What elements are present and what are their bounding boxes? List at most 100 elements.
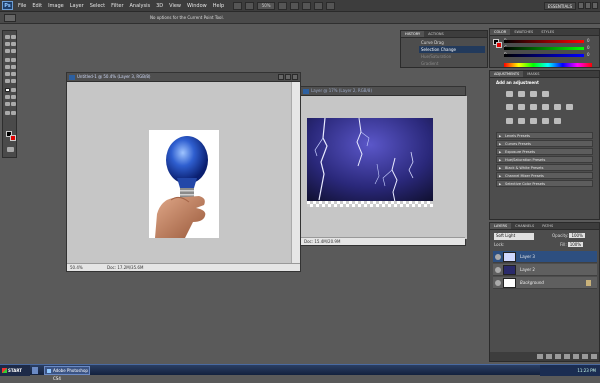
workspace-switcher[interactable]: ESSENTIALS <box>543 2 576 10</box>
menu-analysis[interactable]: Analysis <box>127 3 154 9</box>
exposure-icon[interactable] <box>542 91 549 97</box>
menu-window[interactable]: Window <box>184 3 210 9</box>
threshold-icon[interactable] <box>530 118 537 124</box>
dodge-tool-icon[interactable] <box>11 79 16 83</box>
arrange-documents-icon[interactable] <box>314 1 324 10</box>
folder-icon[interactable] <box>573 354 579 359</box>
close-icon[interactable] <box>292 74 298 80</box>
brightness-contrast-icon[interactable] <box>506 91 513 97</box>
eyedropper-tool-icon[interactable] <box>11 49 16 53</box>
preset-channel-mixer[interactable]: Channel Mixer Presets <box>496 172 593 179</box>
channel-g-value[interactable]: 0 <box>587 45 590 50</box>
adjustment-layer-icon[interactable] <box>564 354 570 359</box>
lasso-tool-icon[interactable] <box>5 42 10 46</box>
tab-actions[interactable]: ACTIONS <box>424 31 448 37</box>
zoom-tool-icon[interactable] <box>290 1 300 10</box>
black-white-icon[interactable] <box>542 104 549 110</box>
opacity-value[interactable]: 100% <box>569 233 585 238</box>
color-spectrum-bar[interactable] <box>504 63 592 67</box>
quick-launch-icon[interactable] <box>32 367 38 374</box>
crop-tool-icon[interactable] <box>5 49 10 53</box>
color-background-swatch[interactable] <box>496 42 502 48</box>
tab-adjustments[interactable]: ADJUSTMENTS <box>490 71 524 77</box>
layer-row-layer-3[interactable]: Layer 3 <box>493 251 597 263</box>
preset-hue-saturation[interactable]: Hue/Saturation Presets <box>496 156 593 163</box>
vibrance-icon[interactable] <box>506 104 513 110</box>
channel-g-slider[interactable] <box>504 47 584 50</box>
selective-color-icon[interactable] <box>554 118 561 124</box>
rotate-view-icon[interactable] <box>302 1 312 10</box>
doc2-doc-info[interactable]: Doc: 15.4M/20.9M <box>304 239 340 244</box>
doc1-doc-info[interactable]: Doc: 17.2M/35.6M <box>107 264 143 271</box>
color-balance-icon[interactable] <box>530 104 537 110</box>
close-icon[interactable] <box>592 2 598 9</box>
history-item-selected[interactable]: Selection Change <box>419 46 485 53</box>
healing-brush-icon[interactable] <box>5 58 10 62</box>
hand-tool-icon[interactable] <box>278 1 288 10</box>
menu-3d[interactable]: 3D <box>153 3 166 9</box>
quick-select-tool-icon[interactable] <box>11 42 16 46</box>
doc2-titlebar[interactable]: Layer @ 17% (Layer 2, RGB/8) <box>301 87 465 96</box>
eye-icon[interactable] <box>495 267 501 273</box>
screen-mode-icon[interactable] <box>326 1 336 10</box>
move-tool-icon[interactable] <box>5 35 10 39</box>
doc2-canvas[interactable] <box>301 96 467 239</box>
tab-history[interactable]: HISTORY <box>401 31 425 37</box>
zoom-tool-icon[interactable] <box>11 111 16 115</box>
hue-saturation-icon[interactable] <box>518 104 525 110</box>
doc1-vertical-scrollbar[interactable] <box>291 82 300 265</box>
tab-color[interactable]: COLOR <box>490 29 511 35</box>
tab-swatches[interactable]: SWATCHES <box>510 29 537 35</box>
history-brush-icon[interactable] <box>11 65 16 69</box>
photo-filter-icon[interactable] <box>554 104 561 110</box>
new-layer-icon[interactable] <box>582 354 588 359</box>
3d-orbit-icon[interactable] <box>11 102 16 106</box>
gradient-tool-icon[interactable] <box>11 72 16 76</box>
minimize-icon[interactable] <box>578 2 584 9</box>
menu-file[interactable]: File <box>15 3 29 9</box>
eye-icon[interactable] <box>495 254 501 260</box>
channel-r-slider[interactable] <box>504 40 584 43</box>
menu-view[interactable]: View <box>166 3 184 9</box>
opacity-field[interactable]: Opacity: 100% <box>552 233 585 238</box>
mini-bridge-icon[interactable] <box>245 1 255 10</box>
menu-image[interactable]: Image <box>45 3 67 9</box>
document-window-1[interactable]: Untitled-1 @ 50.4% (Layer 3, RGB/8) 50.4… <box>66 72 301 272</box>
tab-paths[interactable]: PATHS <box>538 223 557 229</box>
quick-mask-icon[interactable] <box>7 147 14 152</box>
doc1-titlebar[interactable]: Untitled-1 @ 50.4% (Layer 3, RGB/8) <box>67 73 300 82</box>
maximize-icon[interactable] <box>285 74 291 80</box>
mask-icon[interactable] <box>555 354 561 359</box>
menu-help[interactable]: Help <box>210 3 227 9</box>
tab-styles[interactable]: STYLES <box>537 29 558 35</box>
preset-curves[interactable]: Curves Presets <box>496 140 593 147</box>
doc1-canvas[interactable] <box>67 82 293 265</box>
trash-icon[interactable] <box>591 354 597 359</box>
path-select-icon[interactable] <box>5 95 10 99</box>
clone-stamp-icon[interactable] <box>5 65 10 69</box>
posterize-icon[interactable] <box>518 118 525 124</box>
blur-tool-icon[interactable] <box>5 79 10 83</box>
preset-exposure[interactable]: Exposure Presets <box>496 148 593 155</box>
history-item[interactable]: Gradient <box>419 60 485 67</box>
channel-b-slider[interactable] <box>504 54 584 57</box>
channel-b-value[interactable]: 0 <box>587 52 590 57</box>
gradient-map-icon[interactable] <box>542 118 549 124</box>
minimize-icon[interactable] <box>278 74 284 80</box>
channel-r-value[interactable]: 0 <box>587 38 590 43</box>
history-item[interactable]: Hue/Saturation <box>419 53 485 60</box>
menu-layer[interactable]: Layer <box>67 3 87 9</box>
preset-black-white[interactable]: Black & White Presets <box>496 164 593 171</box>
layer-row-layer-2[interactable]: Layer 2 <box>493 264 597 276</box>
bridge-icon[interactable] <box>233 1 243 10</box>
menu-edit[interactable]: Edit <box>29 3 45 9</box>
pen-tool-icon[interactable] <box>5 88 10 92</box>
maximize-icon[interactable] <box>585 2 591 9</box>
tab-masks[interactable]: MASKS <box>523 71 543 77</box>
preset-selective-color[interactable]: Selective Color Presets <box>496 180 593 187</box>
3d-rotate-icon[interactable] <box>5 102 10 106</box>
history-item[interactable]: Curve Drag <box>419 39 485 46</box>
background-color-swatch[interactable] <box>10 135 16 141</box>
fx-icon[interactable] <box>546 354 552 359</box>
type-tool-icon[interactable] <box>11 88 16 92</box>
